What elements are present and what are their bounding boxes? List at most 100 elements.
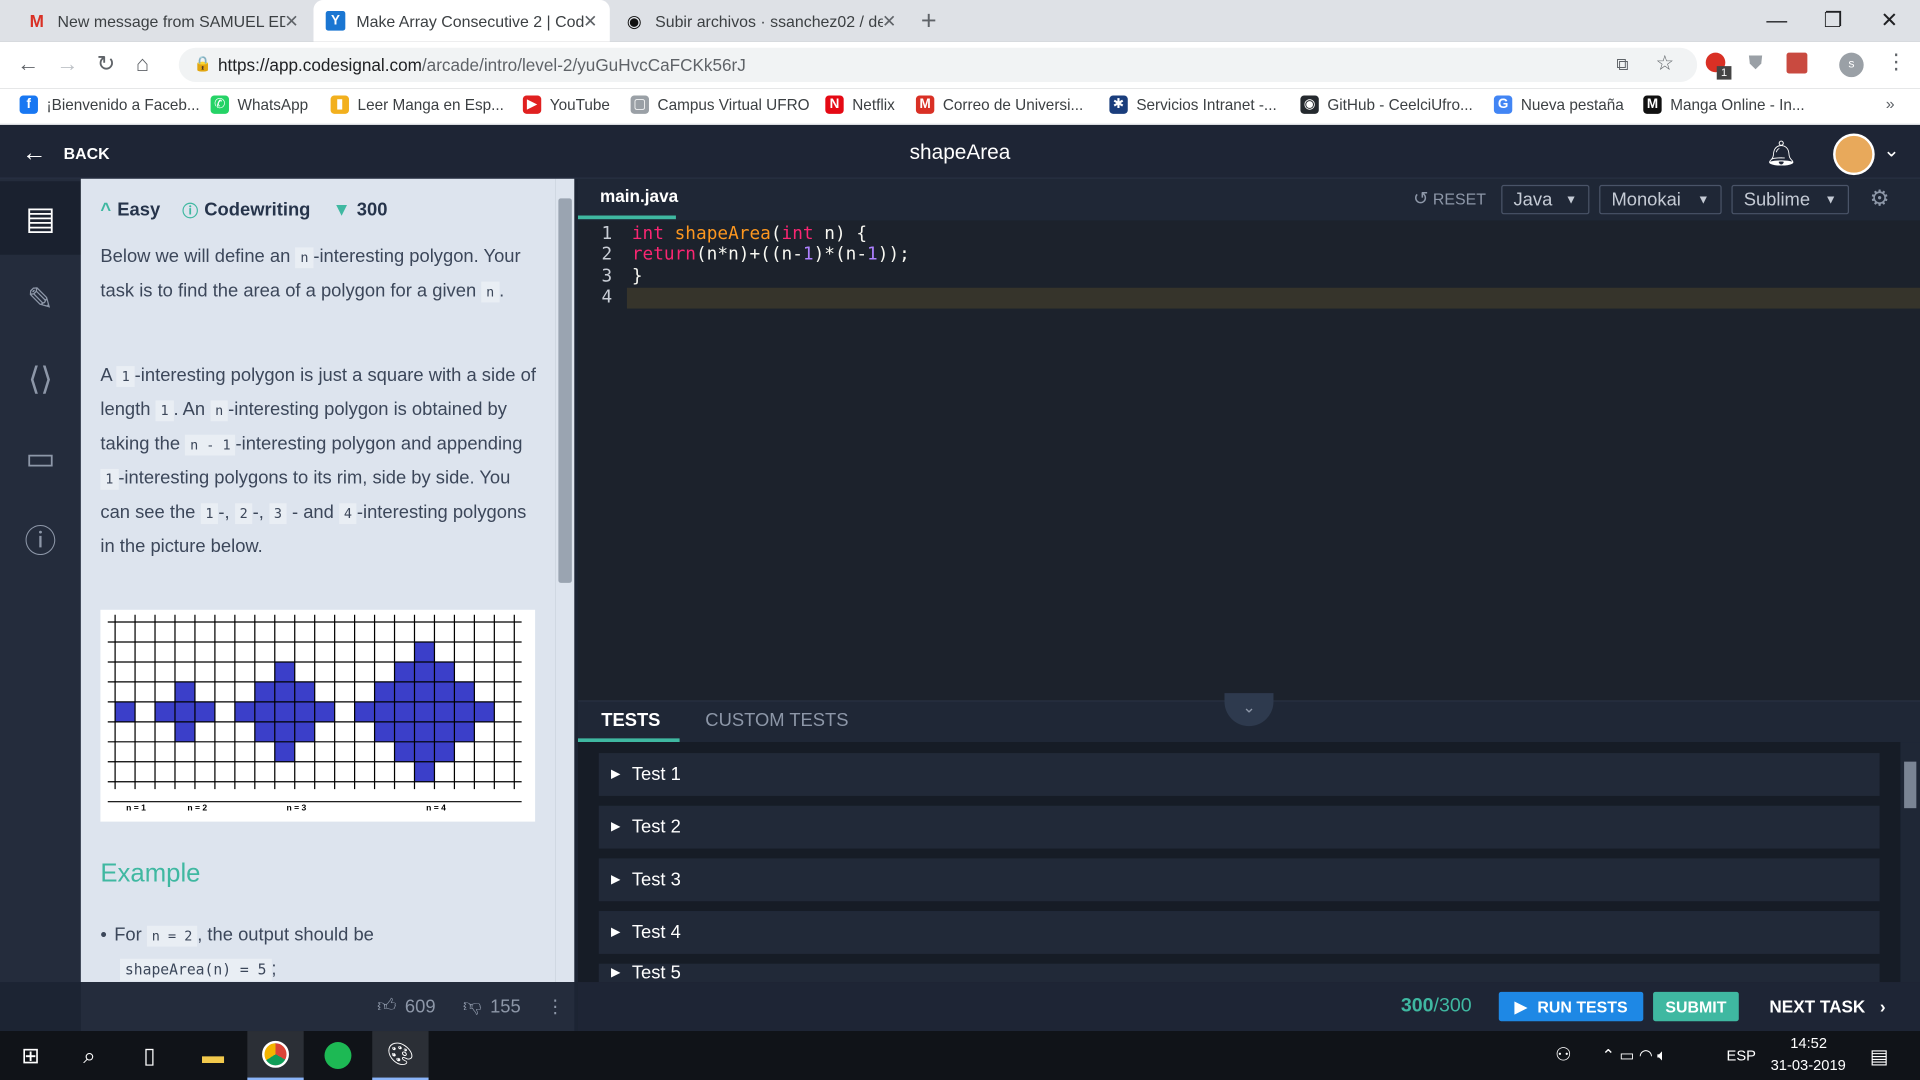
polygon-cell <box>414 721 435 742</box>
spotify-icon[interactable] <box>310 1031 366 1080</box>
next-task-button[interactable]: NEXT TASK › <box>1769 997 1885 1017</box>
pdf-icon[interactable] <box>1786 52 1808 74</box>
info-icon[interactable]: ⓘ <box>0 502 81 575</box>
bookmark-item[interactable]: ✱ Servicios Intranet -... <box>1109 95 1277 114</box>
task-type-label: Codewriting <box>204 199 311 221</box>
more-bookmarks[interactable]: » <box>1886 94 1895 112</box>
bell-icon[interactable]: 🔔︎ <box>1766 138 1797 169</box>
test-row[interactable]: ▶ Test 1 <box>598 753 1880 796</box>
test-row[interactable]: ▶ Test 3 <box>598 858 1880 902</box>
star-icon[interactable]: ☆ <box>1656 51 1675 75</box>
thumbs-down-icon: 👎︎ <box>462 995 482 1017</box>
text: . An <box>173 399 211 421</box>
maximize-button[interactable]: ❐ <box>1805 0 1861 42</box>
back-arrow-icon[interactable]: ← <box>17 51 39 77</box>
forward-arrow-icon[interactable]: → <box>56 51 78 77</box>
polygon-cell <box>394 741 415 762</box>
clock-time[interactable]: 14:52 <box>1790 1035 1827 1052</box>
shield-icon[interactable]: ⛊ <box>1749 53 1763 74</box>
search-icon[interactable]: ⌕ <box>61 1031 117 1080</box>
clock-date[interactable]: 31-03-2019 <box>1771 1057 1846 1074</box>
bookmark-item[interactable]: ◉ GitHub - CeelciUfro... <box>1300 95 1473 114</box>
browser-tab-codesignal[interactable]: Y Make Array Consecutive 2 | Code ✕ <box>313 0 610 42</box>
test-row[interactable]: ▶ Test 2 <box>598 805 1880 849</box>
tray-icons[interactable]: ⌃ ▭ ◠ 🔈︎ <box>1602 1046 1667 1066</box>
bookmark-item[interactable]: N Netflix <box>825 95 895 114</box>
code-content[interactable]: 1 int shapeArea(int n) { 2 return(n*n)+((n… <box>578 224 910 309</box>
address-bar[interactable]: 🔒 https://app.codesignal.com/arcade/intr… <box>178 47 1698 83</box>
new-tab-button[interactable]: + <box>921 5 937 37</box>
bookmark-label: Servicios Intranet -... <box>1136 96 1277 114</box>
bookmark-icon: f <box>19 95 38 114</box>
windows-start-icon[interactable]: ⊞ <box>2 1031 58 1080</box>
tests-scroll-thumb[interactable] <box>1904 761 1917 809</box>
window-close-button[interactable]: ✕ <box>1861 0 1917 42</box>
reload-icon[interactable]: ↻ <box>97 51 115 77</box>
bookmark-item[interactable]: G Nueva pestaña <box>1493 95 1624 114</box>
menu-icon[interactable]: ⋮ <box>1886 50 1907 74</box>
chevron-down-icon[interactable]: ⌄ <box>1883 138 1899 162</box>
minimize-button[interactable]: — <box>1749 0 1805 42</box>
tools-icon[interactable]: ✎ <box>0 262 81 335</box>
inline-code: 1 <box>116 366 135 387</box>
code-icon[interactable]: ⟨⟩ <box>0 342 81 415</box>
likes-count: 609 <box>404 996 436 1017</box>
file-explorer-icon[interactable]: ▬ <box>185 1031 241 1080</box>
description-scroll-thumb[interactable] <box>558 198 572 583</box>
paint-icon[interactable]: 🎨︎ <box>372 1031 429 1080</box>
score-total: /300 <box>1433 995 1472 1017</box>
theme-select[interactable]: Monokai ▼ <box>1599 184 1722 215</box>
bookmark-item[interactable]: ▢ Campus Virtual UFRO <box>630 95 810 114</box>
description-paragraph-1: Below we will define an n -interesting po… <box>100 240 536 309</box>
browser-tab-gmail[interactable]: M New message from SAMUEL EDU ✕ <box>15 0 311 42</box>
chevron-right-icon: › <box>1879 996 1886 1017</box>
bookmark-item[interactable]: M Correo de Universi... <box>915 95 1083 114</box>
polygon-cell <box>294 721 315 742</box>
text: . <box>499 280 505 302</box>
home-icon[interactable]: ⌂ <box>136 51 149 77</box>
polygon-cell <box>194 701 215 722</box>
close-icon[interactable]: ✕ <box>882 10 896 31</box>
more-options-icon[interactable]: ⋮ <box>546 996 564 1018</box>
polygon-cell <box>274 721 295 742</box>
bookmark-item[interactable]: ▮ Leer Manga en Esp... <box>330 95 504 114</box>
chrome-icon[interactable] <box>247 1031 304 1080</box>
tab-tests[interactable]: TESTS <box>601 710 660 731</box>
bookmark-icon: M <box>915 95 935 114</box>
close-icon[interactable]: ✕ <box>284 10 298 31</box>
submit-button[interactable]: SUBMIT <box>1653 991 1739 1022</box>
language-indicator[interactable]: ESP <box>1727 1047 1756 1064</box>
run-tests-button[interactable]: ▶ RUN TESTS <box>1498 991 1644 1022</box>
avatar[interactable] <box>1833 133 1875 176</box>
bookmark-item[interactable]: M Manga Online - In... <box>1643 95 1805 114</box>
bookmark-item[interactable]: f ¡Bienvenido a Faceb... <box>19 95 200 114</box>
tab-custom-tests[interactable]: CUSTOM TESTS <box>705 710 848 731</box>
test-row[interactable]: ▶ Test 5 <box>598 963 1880 983</box>
people-icon[interactable]: ⚇ <box>1555 1043 1571 1065</box>
polygon-cell <box>374 721 395 742</box>
text: - and <box>286 502 339 523</box>
language-select[interactable]: Java ▼ <box>1501 184 1590 215</box>
polygon-cell <box>414 681 435 702</box>
close-icon[interactable]: ✕ <box>583 10 597 31</box>
reset-button[interactable]: ↺ RESET <box>1413 187 1486 210</box>
difficulty-label: Easy <box>117 199 161 221</box>
task-view-icon[interactable]: ▯ <box>121 1031 177 1080</box>
keymap-value: Sublime <box>1743 189 1811 211</box>
bookmark-item[interactable]: ✆ WhatsApp <box>210 95 308 114</box>
dislike-button[interactable]: 👎︎ 155 <box>463 996 521 1018</box>
like-button[interactable]: 👍︎ 609 <box>377 996 435 1018</box>
notifications-icon[interactable]: ▤ <box>1870 1044 1889 1068</box>
bookmark-item[interactable]: ▶ YouTube <box>522 95 610 114</box>
points-label: 300 <box>356 199 388 221</box>
profile-avatar[interactable]: s <box>1839 52 1864 78</box>
translate-icon[interactable]: ⧉ <box>1616 54 1628 75</box>
test-row[interactable]: ▶ Test 4 <box>598 911 1880 954</box>
keymap-select[interactable]: Sublime ▼ <box>1731 184 1849 215</box>
browser-tab-github[interactable]: ◉ Subir archivos · ssanchez02 / des ✕ <box>612 0 908 42</box>
gear-icon[interactable]: ⚙ <box>1870 186 1890 212</box>
file-tab[interactable]: main.java <box>600 186 678 206</box>
chat-icon[interactable]: ▭ <box>0 421 81 494</box>
description-icon[interactable]: ▤ <box>0 181 81 255</box>
github-icon: ◉ <box>626 10 642 31</box>
